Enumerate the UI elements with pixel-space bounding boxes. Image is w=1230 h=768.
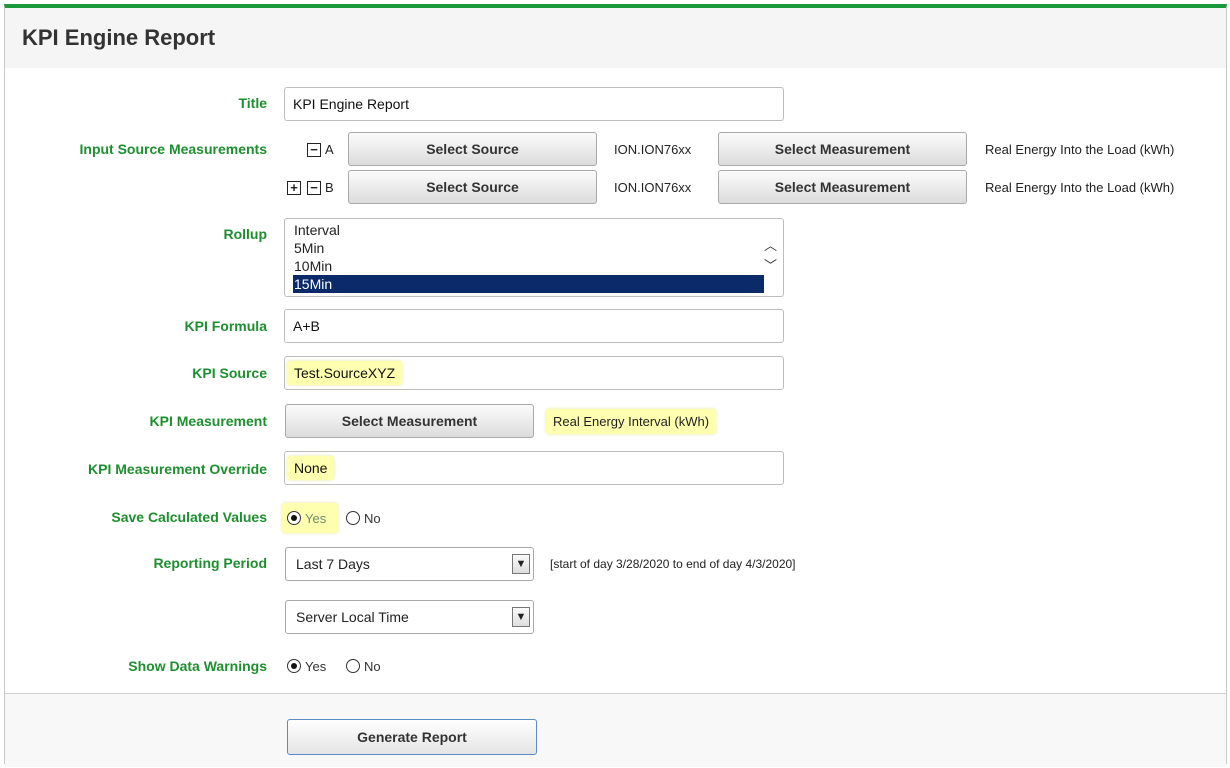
- title-input-value: KPI Engine Report: [293, 96, 409, 112]
- title-label: Title: [238, 95, 267, 111]
- warnings-no-label: No: [364, 659, 381, 674]
- kpi-source-label: KPI Source: [192, 365, 267, 381]
- save-yes-label: Yes: [305, 511, 327, 526]
- kpi-select-measurement-button[interactable]: Select Measurement: [285, 404, 534, 438]
- select-measurement-a-button[interactable]: Select Measurement: [718, 132, 967, 166]
- rollup-label: Rollup: [223, 226, 267, 242]
- scroll-down-icon[interactable]: ﹀: [764, 255, 777, 274]
- kpi-override-value: None: [287, 456, 335, 480]
- kpi-source-value: Test.SourceXYZ: [287, 361, 403, 385]
- measurement-a-value: Real Energy Into the Load (kWh): [985, 142, 1175, 157]
- save-no-label: No: [364, 511, 381, 526]
- warnings-no-radio[interactable]: [346, 659, 360, 673]
- source-b-value: ION.ION76xx: [614, 180, 692, 195]
- page-title: KPI Engine Report: [22, 25, 216, 50]
- rollup-option-selected[interactable]: 15Min: [293, 275, 764, 293]
- rollup-listbox[interactable]: Interval 5Min 10Min 15Min ︿ ﹀: [284, 218, 784, 297]
- rollup-option[interactable]: 5Min: [293, 239, 764, 257]
- kpi-formula-value: A+B: [293, 318, 320, 334]
- reporting-period-select[interactable]: Last 7 Days ▼: [285, 547, 534, 581]
- select-source-a-button[interactable]: Select Source: [348, 132, 597, 166]
- panel-header: KPI Engine Report: [5, 8, 1226, 68]
- save-no-radio[interactable]: [346, 511, 360, 525]
- title-input[interactable]: KPI Engine Report: [284, 87, 784, 121]
- warnings-yes-radio[interactable]: [287, 659, 301, 673]
- scroll-up-icon[interactable]: ︿: [764, 235, 777, 254]
- chevron-down-icon[interactable]: ▼: [512, 554, 530, 574]
- input-source-label: Input Source Measurements: [79, 141, 268, 157]
- kpi-formula-input[interactable]: A+B: [284, 309, 784, 343]
- measurement-b-value: Real Energy Into the Load (kWh): [985, 180, 1175, 195]
- timezone-select[interactable]: Server Local Time ▼: [285, 600, 534, 634]
- kpi-measurement-value: Real Energy Interval (kWh): [546, 409, 717, 434]
- select-measurement-b-button[interactable]: Select Measurement: [718, 170, 967, 204]
- warnings-yes-label: Yes: [305, 659, 327, 674]
- data-warnings-label: Show Data Warnings: [128, 658, 267, 674]
- reporting-period-value: Last 7 Days: [296, 556, 370, 572]
- reporting-period-range: [start of day 3/28/2020 to end of day 4/…: [550, 557, 796, 571]
- source-b-letter: B: [325, 180, 334, 195]
- source-a-value: ION.ION76xx: [614, 142, 692, 157]
- source-a-letter: A: [325, 142, 334, 157]
- chevron-down-icon[interactable]: ▼: [512, 607, 530, 627]
- save-yes-radio[interactable]: [287, 511, 301, 525]
- timezone-value: Server Local Time: [296, 609, 409, 625]
- reporting-period-label: Reporting Period: [153, 555, 267, 571]
- report-panel: KPI Engine Report Title KPI Engine Repor…: [4, 4, 1227, 767]
- minus-icon-a[interactable]: −: [307, 143, 321, 157]
- footer-bar: Generate Report: [5, 694, 1226, 767]
- rollup-option[interactable]: 10Min: [293, 257, 764, 275]
- generate-report-button[interactable]: Generate Report: [287, 719, 537, 755]
- kpi-override-label: KPI Measurement Override: [88, 461, 267, 477]
- rollup-option[interactable]: Interval: [293, 221, 764, 239]
- save-values-label: Save Calculated Values: [111, 509, 267, 525]
- select-source-b-button[interactable]: Select Source: [348, 170, 597, 204]
- plus-icon-b[interactable]: +: [287, 181, 301, 195]
- minus-icon-b[interactable]: −: [307, 181, 321, 195]
- kpi-formula-label: KPI Formula: [184, 318, 267, 334]
- kpi-override-input[interactable]: None: [284, 451, 784, 485]
- kpi-source-input[interactable]: Test.SourceXYZ: [284, 356, 784, 390]
- kpi-measurement-label: KPI Measurement: [149, 413, 267, 429]
